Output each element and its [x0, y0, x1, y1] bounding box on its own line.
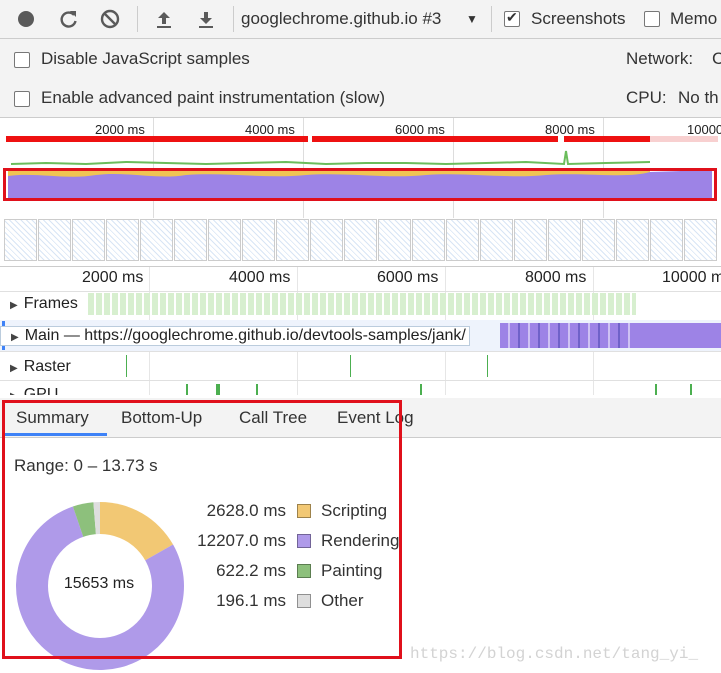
expand-triangle-icon[interactable]: ▶: [10, 363, 18, 374]
network-select[interactable]: C: [712, 49, 721, 69]
track-raster[interactable]: ▶ Raster: [0, 358, 74, 376]
screenshot-thumbnail: [140, 219, 173, 261]
screenshot-thumbnail: [412, 219, 445, 261]
reload-icon[interactable]: [56, 7, 80, 31]
expand-triangle-icon[interactable]: ▶: [10, 391, 18, 395]
timeline-tick: 10000 m: [662, 269, 721, 286]
screenshot-thumbnail: [480, 219, 513, 261]
profile-select[interactable]: googlechrome.github.io #3: [241, 9, 441, 29]
timeline-overview[interactable]: 2000 ms 4000 ms 6000 ms 8000 ms 10000: [0, 118, 721, 267]
flame-chart[interactable]: 2000 ms 4000 ms 6000 ms 8000 ms 10000 m …: [0, 267, 721, 395]
disable-js-samples-label: Disable JavaScript samples: [41, 49, 250, 68]
screenshot-thumbnail: [378, 219, 411, 261]
expand-triangle-icon[interactable]: ▶: [10, 300, 18, 311]
cpu-select[interactable]: No th: [678, 88, 719, 108]
memory-checkbox[interactable]: [644, 11, 660, 27]
long-frame-bar: [312, 136, 558, 142]
screenshot-thumbnail: [174, 219, 207, 261]
screenshot-thumbnail: [650, 219, 683, 261]
screenshot-thumbnail: [514, 219, 547, 261]
disable-js-samples-checkbox[interactable]: [14, 52, 30, 68]
record-icon[interactable]: [14, 7, 38, 31]
download-icon[interactable]: [194, 7, 218, 31]
screenshot-thumbnail: [310, 219, 343, 261]
network-label: Network:: [626, 49, 694, 68]
dropdown-arrow-icon[interactable]: ▼: [466, 12, 478, 26]
timeline-tick: 8000 ms: [525, 269, 587, 286]
track-main[interactable]: ▶ Main — https://googlechrome.github.io/d…: [0, 326, 470, 346]
overview-tick: 8000 ms: [545, 122, 595, 137]
long-frame-bar: [6, 136, 308, 142]
overview-tick: 4000 ms: [245, 122, 295, 137]
upload-icon[interactable]: [152, 7, 176, 31]
long-frame-bar: [564, 136, 650, 142]
overview-tick: 6000 ms: [395, 122, 445, 137]
selection-highlight: [3, 168, 717, 201]
screenshot-thumbnail: [4, 219, 37, 261]
advanced-paint-label: Enable advanced paint instrumentation (s…: [41, 88, 385, 107]
screenshot-thumbnail: [38, 219, 71, 261]
screenshot-thumbnail: [208, 219, 241, 261]
screenshot-thumbnail: [276, 219, 309, 261]
screenshot-thumbnail: [344, 219, 377, 261]
screenshot-thumbnail: [548, 219, 581, 261]
screenshot-thumbnail: [106, 219, 139, 261]
screenshots-checkbox[interactable]: [504, 9, 520, 27]
timeline-tick: 2000 ms: [82, 269, 144, 286]
memory-label: Memo: [670, 9, 718, 28]
track-gpu[interactable]: ▶GPU: [0, 386, 62, 395]
overview-tick: 2000 ms: [95, 122, 145, 137]
settings-pane: Disable JavaScript samples Enable advanc…: [0, 39, 721, 118]
timeline-tick: 4000 ms: [229, 269, 291, 286]
overview-tick: 10000: [687, 122, 721, 137]
screenshots-label: Screenshots: [531, 9, 626, 28]
timeline-tick: 6000 ms: [377, 269, 439, 286]
screenshot-thumbnail: [684, 219, 717, 261]
watermark: https://blog.csdn.net/tang_yi_: [410, 645, 699, 663]
toolbar: googlechrome.github.io #3 ▼ Screenshots …: [0, 0, 721, 39]
screenshot-thumbnail: [72, 219, 105, 261]
expand-triangle-icon[interactable]: ▶: [11, 332, 19, 343]
cpu-label: CPU:: [626, 88, 667, 107]
summary-highlight-box: [2, 400, 402, 659]
screenshot-thumbnail: [446, 219, 479, 261]
long-frame-bar: [650, 136, 718, 142]
advanced-paint-checkbox[interactable]: [14, 91, 30, 107]
screenshot-thumbnail: [582, 219, 615, 261]
clear-icon[interactable]: [98, 7, 122, 31]
screenshot-thumbnail: [616, 219, 649, 261]
screenshot-thumbnail: [242, 219, 275, 261]
frames-bars: [88, 293, 636, 315]
track-frames[interactable]: ▶ Frames: [0, 295, 81, 313]
